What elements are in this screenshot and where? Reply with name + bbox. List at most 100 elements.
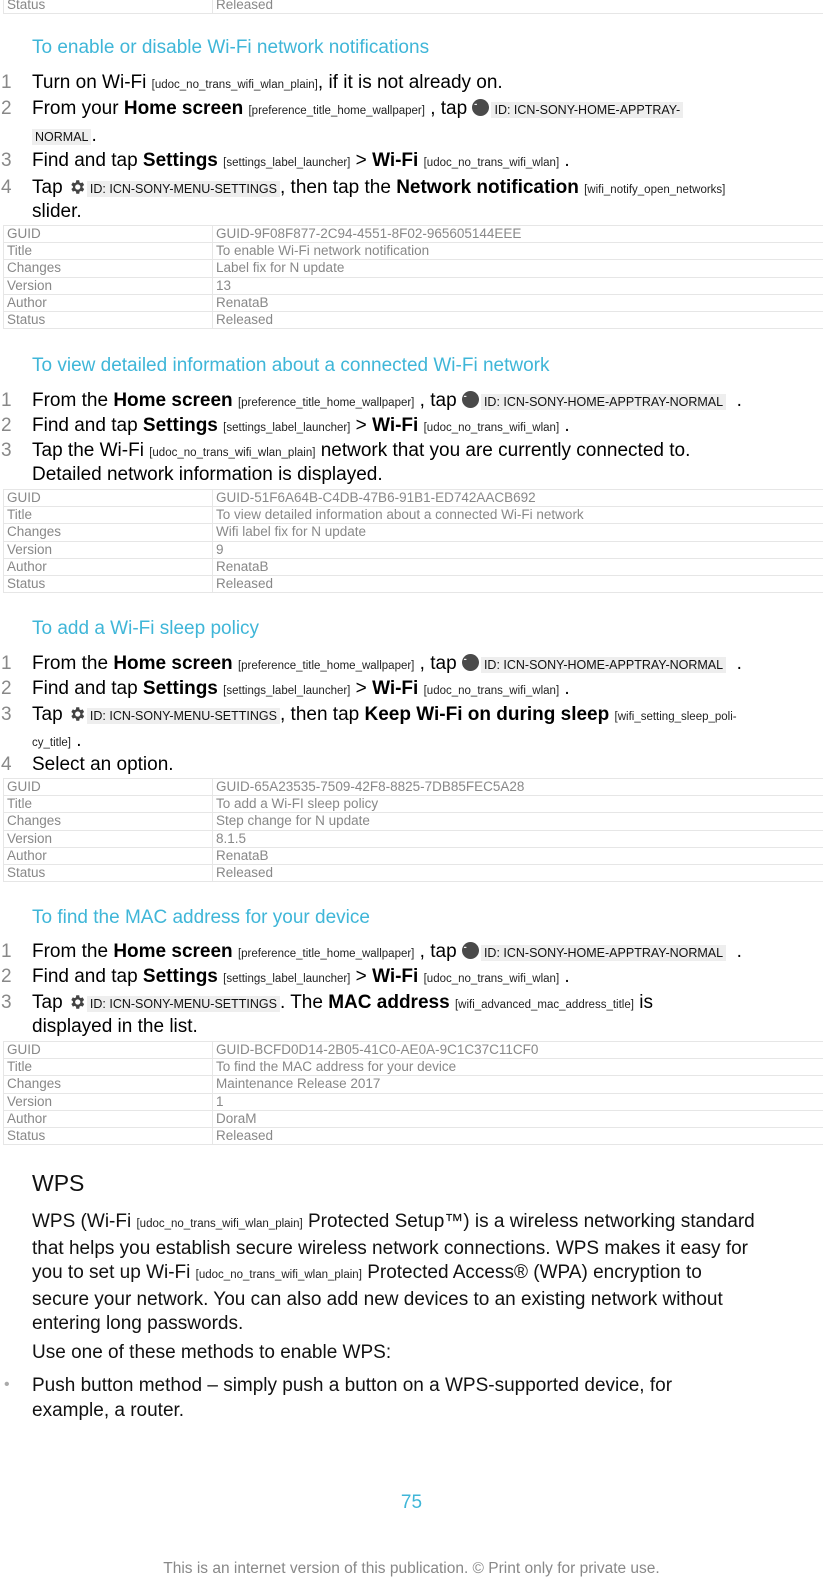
meta-key: Title <box>3 242 213 261</box>
meta-value: Released <box>212 0 823 15</box>
step-text: Tap <box>32 992 63 1013</box>
icon-id-label: ID: ICN-SONY-MENU-SETTINGS <box>86 708 280 724</box>
step-text: , then tap <box>279 704 360 725</box>
paragraph-text: that helps you establish secure wireless… <box>32 1237 748 1259</box>
step-number: 2 <box>1 98 12 119</box>
meta-value: Step change for N update <box>212 812 823 831</box>
string-id-tag: [udoc_no_trans_wifi_wlan] <box>423 973 560 985</box>
bullet-line: Push button method – simply push a butto… <box>32 1375 673 1396</box>
step-text: > <box>355 150 367 171</box>
meta-key: Title <box>3 1058 213 1077</box>
metadata-table: GUID GUID-65A23535-7509-42F8-8825-7DB85FE… <box>3 777 823 883</box>
meta-key: GUID <box>3 488 213 508</box>
meta-value: To enable Wi-Fi network notification <box>212 242 823 261</box>
table-row: GUID GUID-9F08F877-2C94-4551-8F02-9656051… <box>3 224 823 244</box>
step-number: 3 <box>1 992 12 1013</box>
step-text: , tap <box>419 653 457 674</box>
step-text: , then tap the <box>279 177 391 198</box>
table-row: Changes Step change for N update <box>3 812 823 831</box>
ui-label-settings: Settings <box>142 966 218 987</box>
step-text: From the <box>32 653 109 674</box>
app-tray-icon <box>461 388 479 408</box>
table-row: Changes Wifi label fix for N update <box>3 523 823 542</box>
ui-label-mac-address: MAC address <box>328 992 450 1013</box>
metadata-table: GUID GUID-9F08F877-2C94-4551-8F02-9656051… <box>3 224 823 330</box>
string-id-tag: [udoc_no_trans_wifi_wlan_plain] <box>136 1218 303 1230</box>
icon-id-label: ID: ICN-SONY-MENU-SETTINGS <box>86 181 280 197</box>
section-heading: To view detailed information about a con… <box>32 355 550 376</box>
string-id-tag: [preference_title_home_wallpaper] <box>248 105 425 117</box>
meta-value: 13 <box>212 276 823 295</box>
gear-settings-icon <box>71 707 85 721</box>
string-id-tag: [settings_label_launcher] <box>223 157 351 169</box>
step-text: , tap <box>430 98 468 119</box>
step-continuation: Detailed network information is displaye… <box>32 464 383 485</box>
ui-label-home-screen: Home screen <box>113 653 233 674</box>
string-id-tag: [udoc_no_trans_wifi_wlan_plain] <box>149 447 316 459</box>
meta-value: 9 <box>212 540 823 559</box>
meta-value: Maintenance Release 2017 <box>212 1075 823 1094</box>
ui-label-keep-wifi-on-during-sleep: Keep Wi-Fi on during sleep <box>364 704 610 725</box>
table-row: Changes Label fix for N update <box>3 259 823 278</box>
metadata-table-previous: Status Released <box>3 0 823 15</box>
page-number: 75 <box>400 1492 423 1513</box>
step-continuation: cy_title] . <box>32 730 82 752</box>
meta-key: Status <box>3 0 213 15</box>
step-continuation: slider. <box>32 201 82 222</box>
meta-key: Author <box>3 293 213 312</box>
string-id-tag: [preference_title_home_wallpaper] <box>237 948 415 960</box>
meta-value: 8.1.5 <box>212 829 823 848</box>
meta-value: To view detailed information about a con… <box>212 506 823 525</box>
meta-key: GUID <box>3 224 213 244</box>
meta-value: GUID-9F08F877-2C94-4551-8F02-965605144EE… <box>212 224 823 244</box>
wps-description: WPS (Wi-Fi [udoc_no_trans_wifi_wlan_plai… <box>32 1210 822 1337</box>
meta-value: Wifi label fix for N update <box>212 523 823 542</box>
step-text: . <box>564 150 570 171</box>
step-text: is <box>639 992 653 1013</box>
table-row: Author RenataB <box>3 293 823 312</box>
step-number: 2 <box>1 415 12 436</box>
ui-label-wifi: Wi-Fi <box>372 966 419 987</box>
table-row: Version 1 <box>3 1092 823 1111</box>
app-tray-icon <box>461 939 479 959</box>
step-number: 1 <box>1 72 12 93</box>
section-heading: To add a Wi-Fi sleep policy <box>32 618 260 639</box>
step-number: 1 <box>1 653 12 674</box>
meta-key: Changes <box>3 523 213 542</box>
meta-key: Status <box>3 310 213 330</box>
step-continuation: NORMAL. <box>32 125 97 147</box>
ui-label-home-screen: Home screen <box>113 941 233 962</box>
table-row: Version 8.1.5 <box>3 829 823 848</box>
meta-key: Status <box>3 574 213 594</box>
paragraph-text: WPS (Wi-Fi <box>32 1211 132 1232</box>
string-id-tag: [udoc_no_trans_wifi_wlan] <box>423 422 560 434</box>
step-text: Tap <box>32 177 63 198</box>
table-row: GUID GUID-51F6A64B-C4DB-47B6-91B1-ED742AA… <box>3 488 823 508</box>
ui-label-settings: Settings <box>142 150 218 171</box>
string-id-tag: [wifi_setting_sleep_poli- <box>614 711 737 723</box>
wps-heading: WPS <box>32 1170 85 1196</box>
step-continuation: displayed in the list. <box>32 1016 198 1037</box>
step-text: , tap <box>419 390 457 411</box>
paragraph-text: Protected Access® (WPA) encryption to <box>367 1262 702 1283</box>
ui-label-settings: Settings <box>142 678 218 699</box>
string-id-tag: cy_title] <box>32 737 71 749</box>
meta-key: Status <box>3 1126 213 1146</box>
table-row: Author RenataB <box>3 846 823 865</box>
wps-methods-intro: Use one of these methods to enable WPS: <box>32 1342 392 1363</box>
table-row: Title To view detailed information about … <box>3 506 823 525</box>
string-id-tag: [settings_label_launcher] <box>223 422 351 434</box>
step-number: 3 <box>1 440 12 461</box>
paragraph-text: Protected Setup™) is a wireless networki… <box>308 1211 755 1232</box>
meta-key: Author <box>3 846 213 865</box>
step-text: From your <box>32 98 119 119</box>
meta-key: Author <box>3 1109 213 1128</box>
icon-id-label: ID: ICN-SONY-HOME-APPTRAY- <box>491 102 684 118</box>
meta-key: Title <box>3 795 213 814</box>
meta-value: Released <box>212 863 823 883</box>
meta-value: DoraM <box>212 1109 823 1128</box>
step-number: 3 <box>1 704 12 725</box>
step-text: > <box>355 966 367 987</box>
meta-value: RenataB <box>212 557 823 576</box>
table-row: Status Released <box>3 574 823 594</box>
